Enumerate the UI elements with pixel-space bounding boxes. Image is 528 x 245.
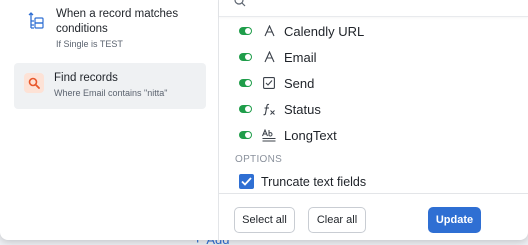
- field-row-longtext[interactable]: LongText: [239, 125, 337, 145]
- field-row-send[interactable]: Send: [239, 73, 314, 93]
- search-icon: [234, 0, 246, 12]
- list-tree-icon: [26, 11, 46, 31]
- field-label: Status: [284, 101, 321, 117]
- field-row-email[interactable]: Email: [239, 47, 317, 67]
- long-text-field-icon: [262, 128, 276, 142]
- trigger-step[interactable]: When a record matches conditions If Sing…: [14, 0, 206, 58]
- field-row-calendly-url[interactable]: Calendly URL: [239, 21, 364, 41]
- field-label: Email: [284, 49, 317, 65]
- truncate-option[interactable]: Truncate text fields: [239, 174, 366, 189]
- field-selection-panel: Calendly URL Email Send Status LongText …: [219, 0, 528, 240]
- find-records-step[interactable]: Find records Where Email contains "nitta…: [14, 63, 206, 109]
- field-label: Send: [284, 75, 315, 91]
- field-config-popup: When a record matches conditions If Sing…: [0, 0, 528, 240]
- clear-all-button[interactable]: Clear all: [308, 207, 366, 233]
- text-field-icon: [262, 24, 276, 38]
- field-toggle[interactable]: [239, 53, 252, 61]
- truncate-checkbox[interactable]: [239, 174, 254, 189]
- field-toggle[interactable]: [239, 131, 252, 139]
- trigger-subtitle: If Single is TEST: [56, 39, 123, 49]
- trigger-title: When a record matches conditions: [56, 8, 179, 35]
- select-all-button[interactable]: Select all: [234, 207, 295, 233]
- automation-steps-panel: When a record matches conditions If Sing…: [0, 0, 219, 240]
- field-toggle[interactable]: [239, 27, 252, 35]
- field-toggle[interactable]: [239, 79, 252, 87]
- search-icon: [24, 73, 44, 93]
- truncate-label: Truncate text fields: [261, 174, 367, 189]
- field-row-status[interactable]: Status: [239, 99, 321, 119]
- update-button[interactable]: Update: [428, 207, 481, 233]
- action-subtitle: Where Email contains "nitta": [54, 88, 168, 98]
- action-title: Find records: [54, 72, 118, 84]
- text-field-icon: [262, 50, 276, 64]
- field-label: LongText: [284, 127, 337, 143]
- checkbox-field-icon: [262, 76, 276, 90]
- field-label: Calendly URL: [284, 23, 365, 39]
- field-search-bar[interactable]: [219, 0, 528, 17]
- popup-footer: Select all Clear all Update: [219, 193, 528, 240]
- options-heading: OPTIONS: [235, 154, 283, 165]
- field-toggle[interactable]: [239, 105, 252, 113]
- formula-field-icon: [262, 102, 276, 116]
